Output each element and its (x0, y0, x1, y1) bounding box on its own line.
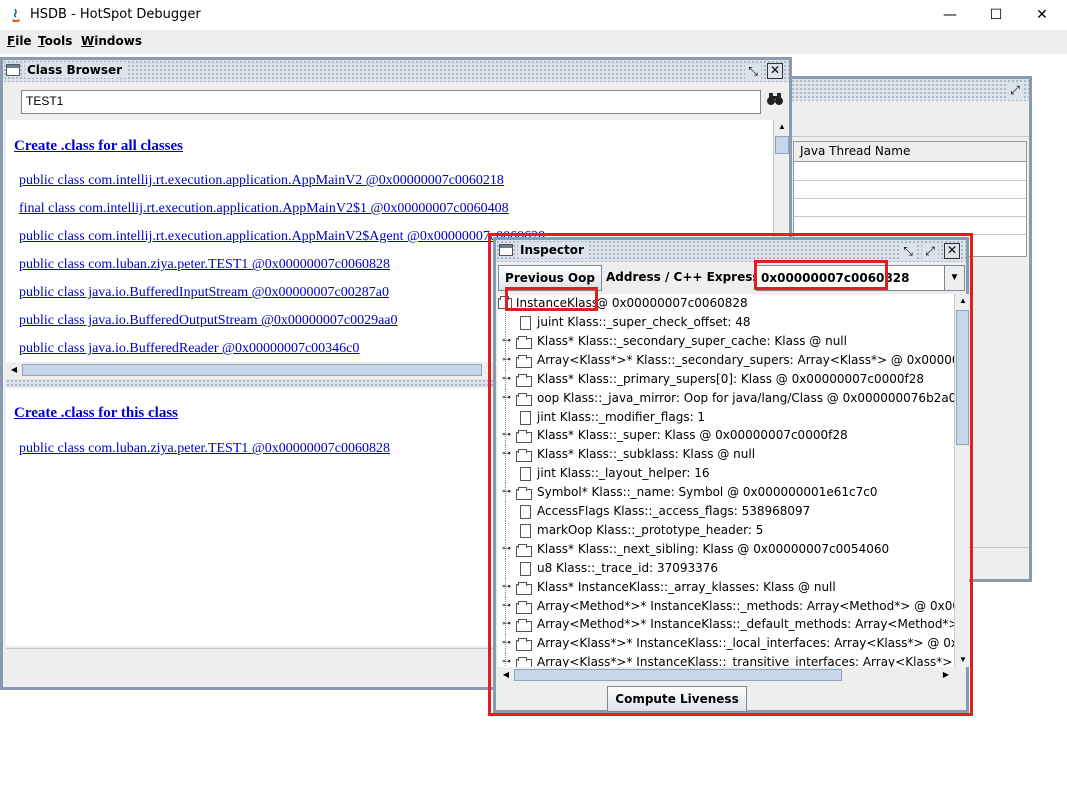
frame-icon (6, 64, 20, 76)
close-icon[interactable]: ✕ (1019, 0, 1065, 30)
java-app-icon (8, 7, 24, 23)
threads-toolbar (763, 101, 1029, 137)
class-link[interactable]: public class java.io.BufferedOutputStrea… (19, 313, 398, 329)
class-link[interactable]: public class java.io.BufferedInputStream… (19, 285, 389, 301)
create-this-class-link[interactable]: Create .class for this class (14, 405, 178, 422)
binoculars-icon[interactable] (765, 92, 785, 112)
this-class-link[interactable]: public class com.luban.ziya.peter.TEST1 … (19, 441, 390, 457)
scroll-left-icon[interactable]: ◀ (6, 363, 22, 377)
highlight-expression-value (754, 260, 888, 290)
close-icon[interactable]: ✕ (767, 63, 783, 79)
scroll-up-icon[interactable]: ▲ (774, 120, 790, 134)
table-row[interactable] (794, 216, 1026, 217)
table-row[interactable] (794, 198, 1026, 199)
class-search-input[interactable]: TEST1 (21, 90, 761, 114)
class-browser-titlebar[interactable]: Class Browser ⤡ ✕ (3, 60, 789, 82)
menubar: File Tools Windows (0, 30, 1067, 54)
class-browser-title: Class Browser (25, 62, 127, 78)
window-title: HSDB - HotSpot Debugger (30, 7, 201, 22)
class-link[interactable]: public class java.io.BufferedReader @0x0… (19, 341, 359, 357)
table-header-thread-name[interactable]: Java Thread Name (794, 142, 1026, 162)
table-row[interactable] (794, 180, 1026, 181)
maximize-icon[interactable]: ☐ (973, 0, 1019, 30)
restore-icon[interactable]: ⤢ (1007, 82, 1023, 98)
restore-icon[interactable]: ⤡ (745, 63, 761, 79)
class-link[interactable]: public class com.intellij.rt.execution.a… (19, 173, 504, 189)
class-link[interactable]: public class com.intellij.rt.execution.a… (19, 229, 545, 245)
class-link[interactable]: final class com.intellij.rt.execution.ap… (19, 201, 509, 217)
highlight-instanceklass (505, 287, 598, 311)
menu-windows[interactable]: Windows (81, 34, 142, 48)
class-link[interactable]: public class com.luban.ziya.peter.TEST1 … (19, 257, 390, 273)
create-all-classes-link[interactable]: Create .class for all classes (14, 138, 183, 155)
menu-file[interactable]: File (7, 34, 32, 48)
minimize-icon[interactable]: — (927, 0, 973, 30)
scroll-thumb[interactable] (775, 136, 789, 154)
menu-tools[interactable]: Tools (38, 34, 72, 48)
threads-window-titlebar[interactable]: ⤢ (763, 79, 1029, 101)
window-titlebar: HSDB - HotSpot Debugger — ☐ ✕ (0, 0, 1067, 30)
class-search-value: TEST1 (26, 94, 64, 108)
hscroll-thumb[interactable] (22, 364, 482, 376)
